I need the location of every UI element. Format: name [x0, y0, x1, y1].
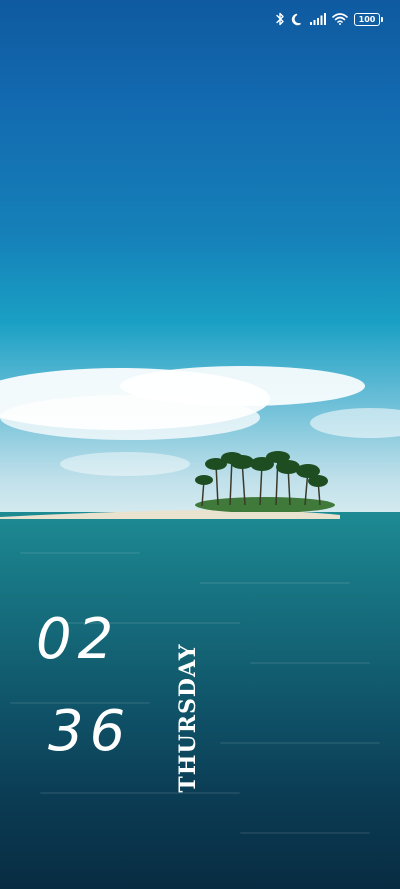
wifi-icon: [332, 13, 348, 25]
clock-minute: 36: [48, 699, 132, 764]
lock-screen: 100 02 36 THURSDAY: [0, 0, 400, 889]
clock-widget[interactable]: 02 36: [36, 612, 166, 782]
cloud: [60, 452, 190, 476]
day-label: THURSDAY: [175, 643, 201, 793]
signal-icon: [310, 13, 326, 25]
battery-level: 100: [358, 14, 376, 24]
moon-icon: [291, 13, 304, 26]
island-palm-trees: [195, 451, 335, 512]
clock-hour: 02: [36, 607, 120, 672]
wallpaper-sky: [0, 0, 400, 520]
status-bar: 100: [275, 8, 383, 30]
cloud: [0, 395, 260, 440]
battery-icon: 100: [354, 12, 383, 26]
day-of-week: THURSDAY: [172, 640, 204, 796]
bluetooth-icon: [275, 12, 285, 26]
